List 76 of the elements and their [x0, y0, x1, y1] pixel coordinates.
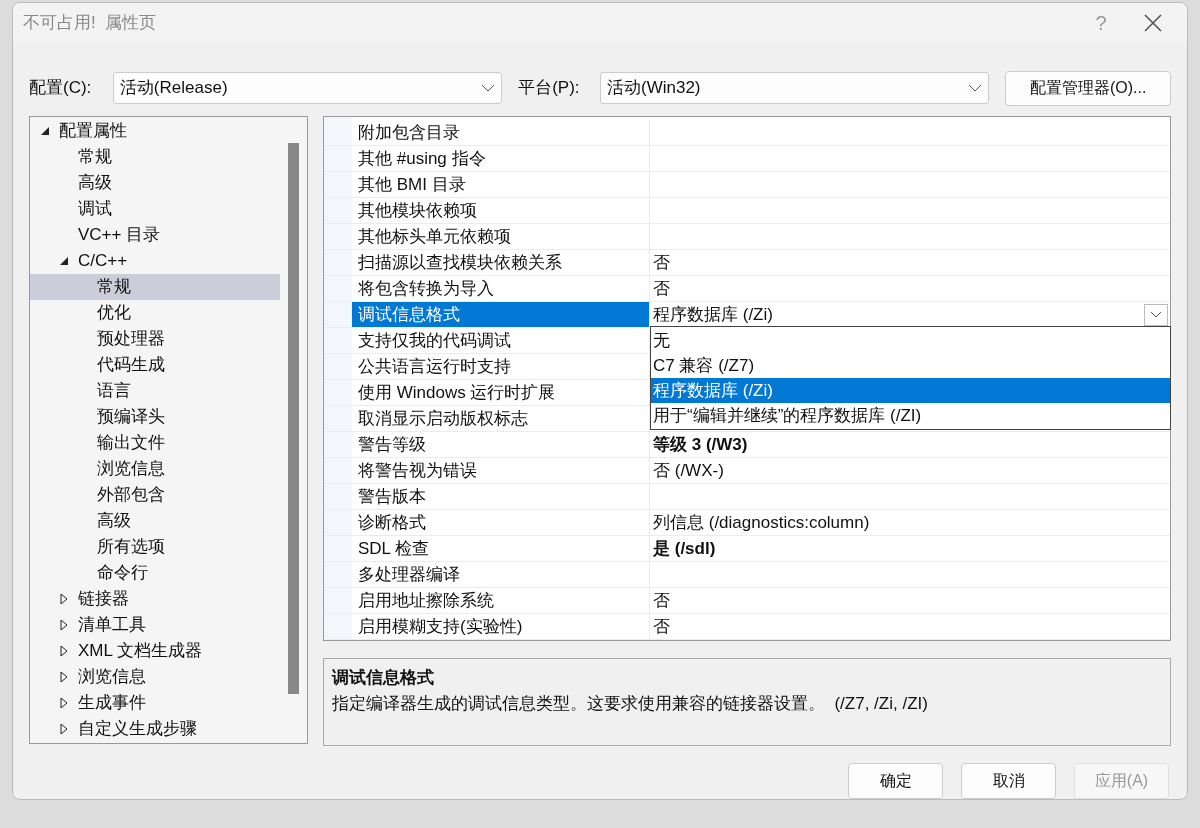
dropdown-option[interactable]: 用于“编辑并继续”的程序数据库 (/ZI) [651, 403, 1170, 428]
property-value: 列信息 (/diagnostics:column) [653, 511, 870, 534]
tree-item[interactable]: 命令行 [30, 560, 280, 586]
expanded-triangle-icon[interactable] [40, 125, 50, 137]
dialog-button[interactable]: 取消 [961, 763, 1056, 799]
platform-label: 平台(P): [518, 77, 581, 100]
tree-item[interactable]: 语言 [30, 378, 280, 404]
config-manager-button[interactable]: 配置管理器(O)... [1005, 70, 1171, 106]
tree-item[interactable]: 所有选项 [30, 534, 280, 560]
dropdown-option[interactable]: C7 兼容 (/Z7) [651, 353, 1170, 378]
window-title: 不可占用! 属性页 [23, 11, 158, 34]
chevron-down-icon [968, 84, 983, 93]
property-name[interactable]: 调试信息格式 [352, 302, 650, 327]
property-name[interactable]: 警告等级 [352, 432, 650, 457]
description-text: 指定编译器生成的调试信息类型。这要求使用兼容的链接器设置。 (/Z7, /Zi, /ZI) [332, 692, 929, 715]
property-value: 是 (/sdl) [653, 537, 716, 560]
tree-item[interactable]: 浏览信息 [30, 664, 280, 690]
tree-item[interactable]: 预处理器 [30, 326, 280, 352]
dialog-button[interactable]: 确定 [848, 763, 943, 799]
collapsed-triangle-icon[interactable] [59, 723, 69, 735]
tree-item[interactable]: VC++ 目录 [30, 222, 280, 248]
platform-dropdown[interactable]: 活动(Win32) [600, 72, 990, 105]
scrollbar-thumb[interactable] [288, 143, 299, 694]
property-name[interactable]: 诊断格式 [352, 510, 650, 535]
tree-item[interactable]: 外部包含 [30, 482, 280, 508]
property-value: 否 [653, 277, 670, 300]
property-value: 否 (/WX-) [653, 459, 724, 482]
property-name[interactable]: 警告版本 [352, 484, 650, 509]
property-name[interactable]: 附加包含目录 [352, 120, 650, 145]
property-value-dropdown[interactable]: 程序数据库 (/Zi) [650, 302, 1170, 327]
collapsed-triangle-icon[interactable] [59, 671, 69, 683]
tree-item[interactable]: 高级 [30, 508, 280, 534]
tree-item[interactable]: 生成事件 [30, 690, 280, 716]
property-name[interactable]: 其他 BMI 目录 [352, 172, 650, 197]
tree-item[interactable]: 配置属性 [30, 118, 280, 144]
expanded-triangle-icon[interactable] [59, 255, 69, 267]
chevron-down-icon [481, 84, 496, 93]
tree-item[interactable]: 代码生成 [30, 352, 280, 378]
property-name[interactable]: SDL 检查 [352, 536, 650, 561]
config-label: 配置(C): [29, 77, 93, 100]
property-name[interactable]: 扫描源以查找模块依赖关系 [352, 250, 650, 275]
property-name[interactable]: 其他 #using 指令 [352, 146, 650, 171]
property-name[interactable]: 将警告视为错误 [352, 458, 650, 483]
property-value: 否 [653, 251, 670, 274]
collapsed-triangle-icon[interactable] [59, 593, 69, 605]
tree-item[interactable]: XML 文档生成器 [30, 638, 280, 664]
tree-item[interactable]: 常规 [30, 144, 280, 170]
tree-item[interactable]: 浏览信息 [30, 456, 280, 482]
tree-item[interactable]: 清单工具 [30, 612, 280, 638]
chevron-down-icon [1150, 311, 1162, 318]
description-title: 调试信息格式 [332, 667, 435, 690]
tree-item[interactable]: 调试 [30, 196, 280, 222]
dropdown-option[interactable]: 程序数据库 (/Zi) [651, 378, 1170, 403]
close-icon[interactable] [1143, 12, 1163, 33]
collapsed-triangle-icon[interactable] [59, 645, 69, 657]
collapsed-triangle-icon[interactable] [59, 619, 69, 631]
property-value: 等级 3 (/W3) [653, 433, 748, 456]
property-name[interactable]: 其他模块依赖项 [352, 198, 650, 223]
collapsed-triangle-icon[interactable] [59, 697, 69, 709]
tree-item[interactable]: C/C++ [30, 248, 280, 274]
tree-item[interactable]: 常规 [30, 274, 280, 300]
property-value: 否 [653, 589, 670, 612]
property-name[interactable]: 启用地址擦除系统 [352, 588, 650, 613]
property-name[interactable]: 多处理器编译 [352, 562, 650, 587]
property-name[interactable]: 其他标头单元依赖项 [352, 224, 650, 249]
config-dropdown[interactable]: 活动(Release) [112, 72, 503, 105]
tree-item[interactable]: 自定义生成步骤 [30, 716, 280, 742]
tree-item[interactable]: 优化 [30, 300, 280, 326]
tree-item[interactable]: 高级 [30, 170, 280, 196]
tree-item[interactable]: 输出文件 [30, 430, 280, 456]
dropdown-option[interactable]: 无 [651, 328, 1170, 353]
tree-item[interactable]: 预编译头 [30, 404, 280, 430]
property-name[interactable]: 启用模糊支持(实验性) [352, 614, 650, 639]
tree-item[interactable]: 链接器 [30, 586, 280, 612]
property-value: 否 [653, 615, 670, 638]
property-name[interactable]: 将包含转换为导入 [352, 276, 650, 301]
